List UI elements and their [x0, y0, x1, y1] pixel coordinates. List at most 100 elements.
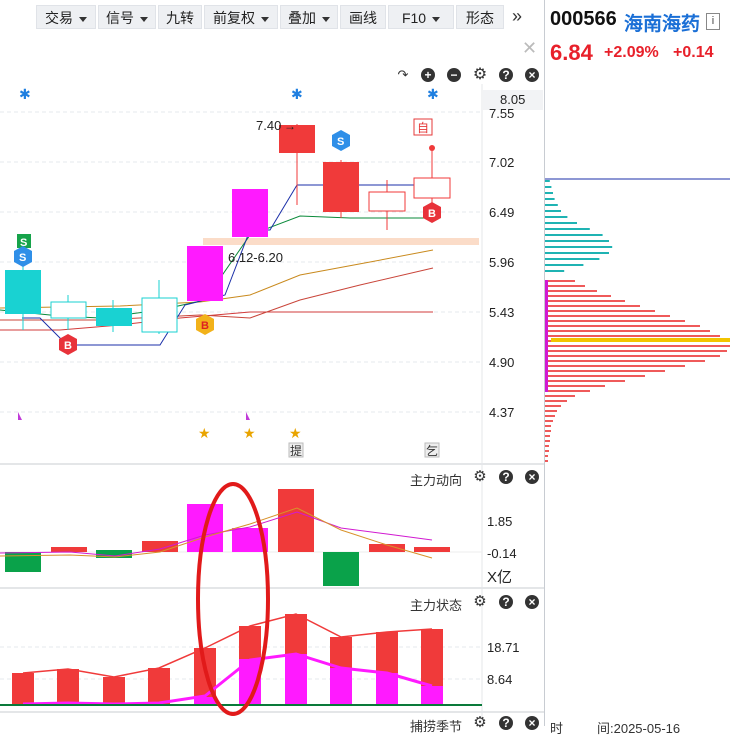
state-tick: 18.71 — [487, 640, 520, 655]
profile-bar — [545, 295, 611, 297]
state-bar[interactable] — [12, 673, 34, 705]
close-panel-icon[interactable]: × — [525, 470, 539, 484]
star-icon: ★ — [289, 425, 302, 441]
stock-name[interactable]: 海南海药 — [624, 9, 700, 36]
profile-bar — [545, 210, 561, 212]
profile-poc — [551, 338, 730, 342]
candle-hollow[interactable] — [368, 191, 406, 212]
profile-bar — [545, 315, 670, 317]
candle-hollow[interactable] — [413, 177, 451, 199]
candle-up[interactable] — [323, 162, 359, 212]
profile-bar — [545, 405, 561, 407]
force-bar-down[interactable] — [323, 552, 359, 586]
profile-bar — [545, 345, 730, 347]
asterisk-icon: ✱ — [291, 86, 303, 102]
svg-text:B: B — [64, 340, 72, 352]
sell-signal-icon[interactable]: S — [14, 246, 32, 267]
candle-down[interactable] — [5, 270, 41, 314]
profile-bar — [545, 370, 665, 372]
price-tick: 7.55 — [489, 106, 515, 121]
change-percent: +2.09% — [604, 44, 659, 61]
force-bar-up[interactable] — [51, 547, 87, 552]
state-bar[interactable] — [148, 668, 170, 705]
candle-down[interactable] — [96, 308, 132, 326]
kline-chart[interactable]: 7.40 → 6.12-6.20 自 ✱ ✱ ✱ ★ ★ ★ S S S B B… — [0, 0, 545, 726]
profile-bar — [545, 445, 549, 447]
force-tick: 1.85 — [487, 514, 513, 529]
zi-marker-label: 自 — [417, 121, 429, 135]
profile-upper — [545, 180, 613, 272]
profile-bar — [545, 198, 555, 200]
profile-bar — [545, 325, 700, 327]
help-icon[interactable]: ? — [499, 595, 513, 609]
asterisk-icon: ✱ — [427, 86, 439, 102]
buy-signal-icon[interactable]: B — [196, 314, 214, 335]
buy-signal-icon[interactable]: B — [423, 202, 441, 223]
state-bar-magenta[interactable] — [285, 654, 307, 705]
force-bar-up[interactable] — [278, 489, 314, 552]
state-line-red — [22, 613, 433, 678]
state-tick: 8.64 — [487, 672, 513, 687]
gear-icon[interactable]: ⚙ — [471, 714, 489, 732]
close-panel-icon[interactable]: × — [525, 595, 539, 609]
candle-up-limit[interactable] — [187, 246, 223, 301]
buy-signal-icon[interactable]: B — [59, 334, 77, 355]
price-tick: 5.96 — [489, 255, 515, 270]
profile-bar — [545, 252, 609, 254]
profile-bar — [545, 246, 613, 248]
arrow-right-icon: → — [284, 119, 296, 133]
price-tick: 4.90 — [489, 355, 515, 370]
profile-bar — [545, 228, 590, 230]
profile-bar — [545, 415, 555, 417]
main-force-bars — [0, 489, 482, 586]
main-force-title: 主力动向 — [410, 473, 463, 488]
profile-marker — [545, 280, 548, 392]
candle-up-limit[interactable] — [232, 189, 268, 237]
profile-bar — [545, 234, 603, 236]
profile-bar — [545, 280, 575, 282]
force-bar-up[interactable] — [142, 541, 178, 552]
profile-bar — [545, 395, 575, 397]
profile-bar — [545, 264, 584, 266]
profile-bar — [545, 335, 720, 337]
state-bar-magenta[interactable] — [421, 686, 443, 705]
state-bar-magenta[interactable] — [376, 673, 398, 705]
profile-bar — [545, 270, 565, 272]
profile-bar — [545, 330, 710, 332]
profile-bar — [545, 455, 548, 457]
asterisk-icon: ✱ — [19, 86, 31, 102]
svg-text:S: S — [19, 252, 26, 264]
gear-icon[interactable]: ⚙ — [471, 468, 489, 486]
profile-bar — [545, 430, 551, 432]
profile-bar — [545, 180, 550, 182]
stock-price: 6.84 — [550, 40, 593, 65]
profile-bar — [545, 375, 645, 377]
profile-bar — [545, 222, 577, 224]
state-bar-magenta[interactable] — [330, 668, 352, 705]
profile-bar — [545, 310, 655, 312]
state-bar[interactable] — [57, 669, 79, 705]
state-bar[interactable] — [103, 677, 125, 705]
profile-bar — [545, 216, 568, 218]
profile-bar — [545, 320, 685, 322]
price-tick: 4.37 — [489, 405, 515, 420]
profile-bar — [545, 385, 605, 387]
help-icon[interactable]: ? — [499, 470, 513, 484]
sell-signal-icon[interactable]: S — [332, 130, 350, 151]
price-tick: 5.43 — [489, 305, 515, 320]
stock-code: 000566 — [550, 8, 617, 30]
svg-text:S: S — [337, 136, 344, 148]
range-annotation: 6.12-6.20 — [228, 250, 283, 265]
candle-doji[interactable] — [50, 301, 87, 319]
candles — [5, 124, 451, 334]
help-icon[interactable]: ? — [499, 716, 513, 730]
candle-doji[interactable] — [141, 297, 178, 333]
flag-icon — [18, 412, 22, 420]
gear-icon[interactable]: ⚙ — [471, 593, 489, 611]
force-bar-up[interactable] — [414, 547, 450, 552]
close-panel-icon[interactable]: × — [525, 716, 539, 730]
profile-bar — [545, 290, 597, 292]
profile-bar — [545, 285, 585, 287]
profile-bar — [545, 420, 553, 422]
info-icon[interactable]: i — [706, 13, 720, 30]
